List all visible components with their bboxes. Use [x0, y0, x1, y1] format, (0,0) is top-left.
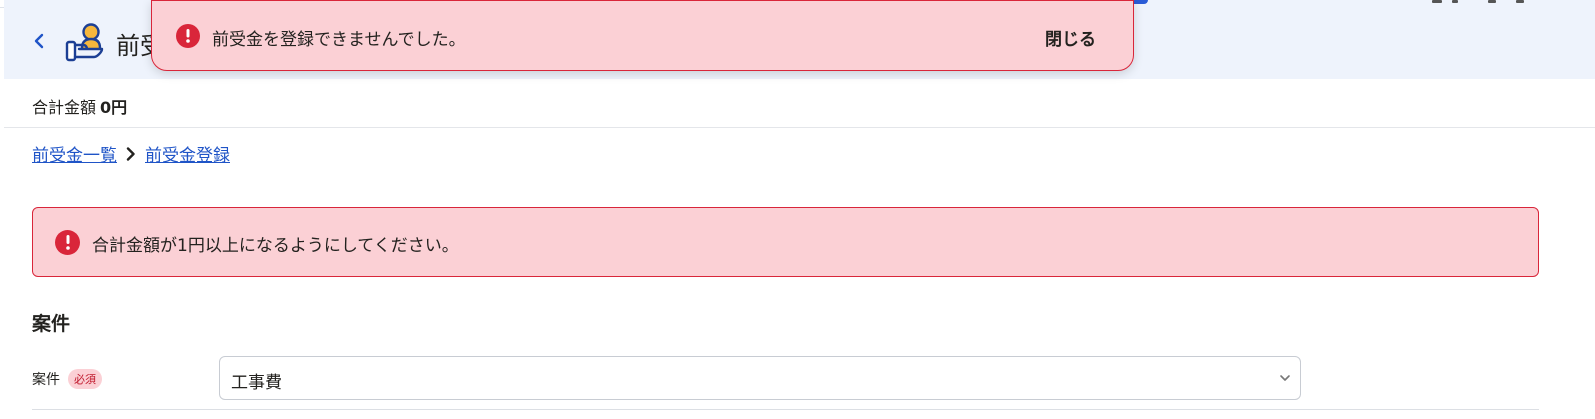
breadcrumb-item-advance-list[interactable]: 前受金一覧: [32, 141, 117, 166]
chevron-down-icon: [1280, 375, 1290, 381]
chevron-right-icon: [126, 146, 136, 161]
toast-close-button[interactable]: 閉じる: [1045, 25, 1096, 50]
required-badge: 必須: [68, 369, 102, 389]
project-select-value: 工事費: [231, 373, 282, 393]
project-select[interactable]: 工事費: [219, 356, 1301, 400]
total-amount: 合計金額 0円: [32, 94, 127, 118]
hand-with-person-icon: [64, 22, 106, 62]
project-label-text: 案件: [32, 372, 60, 388]
error-exclamation-icon: [55, 230, 80, 255]
total-amount-label: 合計金額: [32, 98, 97, 117]
top-right-toolbar: [1428, 0, 1538, 6]
error-alert-message: 合計金額が1円以上になるようにしてください。: [92, 236, 459, 256]
chevron-left-icon: [34, 33, 44, 49]
error-toast: 前受金を登録できませんでした。 閉じる: [151, 0, 1134, 71]
breadcrumb: 前受金一覧 前受金登録: [32, 141, 230, 166]
summary-bar: 合計金額 0円: [4, 79, 1595, 128]
section-title-project: 案件: [32, 313, 71, 335]
breadcrumb-item-advance-register[interactable]: 前受金登録: [145, 141, 230, 166]
toast-message: 前受金を登録できませんでした。: [212, 30, 466, 50]
project-field-label: 案件 必須: [32, 369, 102, 389]
total-amount-value: 0円: [100, 98, 128, 117]
field-divider: [32, 409, 1539, 410]
error-exclamation-icon: [176, 24, 200, 48]
back-button[interactable]: [28, 30, 50, 52]
error-alert: 合計金額が1円以上になるようにしてください。: [32, 207, 1539, 277]
